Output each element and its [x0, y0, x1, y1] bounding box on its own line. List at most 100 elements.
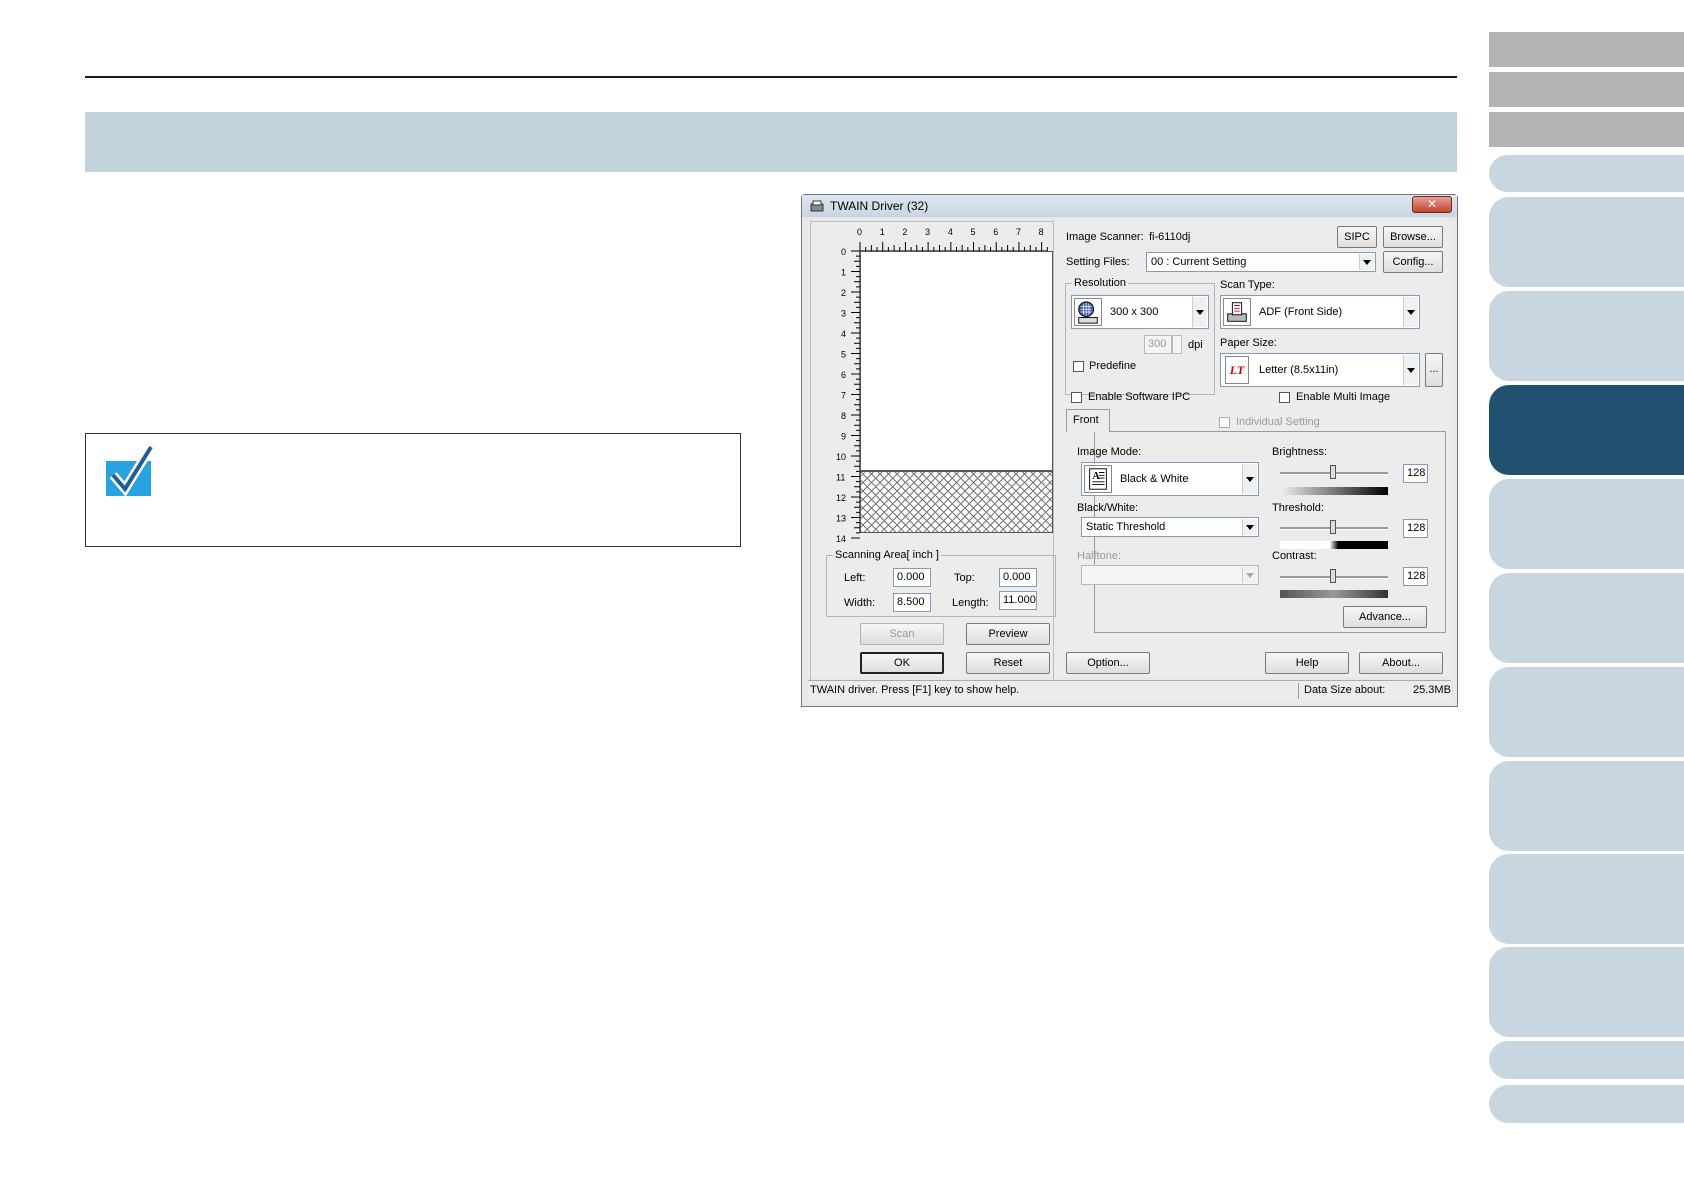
side-tab-4[interactable] — [1489, 155, 1684, 192]
chevron-down-icon — [1192, 297, 1207, 327]
scan-type-combo[interactable]: ADF (Front Side) — [1220, 295, 1420, 329]
side-tab-12[interactable] — [1489, 854, 1684, 944]
threshold-slider[interactable] — [1330, 520, 1336, 534]
about-button[interactable]: About... — [1359, 652, 1443, 674]
dialog-client: 0 1 2 3 4 5 6 7 8 0 1 2 3 4 5 6 7 8 9 10 11 12 13 14 Scanning A… — [808, 221, 1451, 681]
ruler-v-label: 2 — [841, 288, 846, 298]
black-white-combo[interactable]: Static Threshold — [1081, 517, 1259, 537]
ruler-v-label: 8 — [841, 411, 846, 421]
setting-files-combo[interactable]: 00 : Current Setting — [1146, 252, 1376, 272]
enable-software-ipc-label: Enable Software IPC — [1088, 391, 1191, 403]
help-button[interactable]: Help — [1265, 652, 1349, 674]
advance-button[interactable]: Advance... — [1343, 606, 1427, 628]
side-tab-1[interactable] — [1489, 32, 1684, 67]
width-label: Width: — [844, 597, 876, 609]
config-button[interactable]: Config... — [1383, 251, 1443, 273]
threshold-gradient — [1280, 541, 1388, 549]
status-separator — [1298, 683, 1299, 699]
close-button[interactable]: ✕ — [1412, 196, 1452, 213]
image-mode-value: Black & White — [1120, 473, 1189, 485]
brightness-label: Brightness: — [1272, 446, 1328, 458]
option-button[interactable]: Option... — [1066, 652, 1150, 674]
twain-dialog: TWAIN Driver (32) ✕ 01234567801234567891… — [801, 194, 1458, 707]
side-tab-5[interactable] — [1489, 197, 1684, 287]
tab-front-label: Front — [1073, 414, 1099, 426]
side-tab-13[interactable] — [1489, 947, 1684, 1037]
contrast-slider[interactable] — [1330, 569, 1336, 583]
paper-size-value: Letter (8.5x11in) — [1259, 364, 1339, 376]
scan-type-value: ADF (Front Side) — [1259, 306, 1343, 318]
scanning-area-title: Scanning Area[ inch ] — [833, 549, 941, 561]
sipc-button[interactable]: SIPC — [1337, 226, 1377, 248]
predefine-checkbox[interactable] — [1073, 361, 1084, 372]
side-tab-2[interactable] — [1489, 72, 1684, 107]
dpi-spinner[interactable] — [1172, 335, 1182, 354]
ruler-h-label: 4 — [948, 227, 953, 237]
reset-button[interactable]: Reset — [966, 652, 1050, 674]
preview-button[interactable]: Preview — [966, 623, 1050, 645]
scan-button[interactable]: Scan — [860, 623, 944, 645]
tab-front[interactable]: Front — [1066, 409, 1110, 432]
side-tab-14[interactable] — [1489, 1041, 1684, 1079]
top-field[interactable]: 0.000 — [999, 568, 1037, 587]
resolution-icon — [1074, 298, 1102, 326]
resolution-title: Resolution — [1072, 277, 1128, 289]
threshold-field[interactable]: 128 — [1403, 519, 1428, 538]
brightness-slider[interactable] — [1330, 465, 1336, 479]
side-tab-8[interactable] — [1489, 479, 1684, 569]
image-scanner-label: Image Scanner: — [1066, 231, 1144, 243]
ruler-v-label: 12 — [836, 493, 846, 503]
ok-button[interactable]: OK — [860, 652, 944, 674]
enable-software-ipc-checkbox[interactable] — [1071, 392, 1082, 403]
side-tab-11[interactable] — [1489, 761, 1684, 851]
title-bar[interactable]: TWAIN Driver (32) ✕ — [802, 195, 1457, 217]
side-tab-9[interactable] — [1489, 573, 1684, 663]
image-mode-label: Image Mode: — [1077, 446, 1142, 458]
brightness-field[interactable]: 128 — [1403, 464, 1428, 483]
status-text: TWAIN driver. Press [F1] key to show hel… — [810, 684, 1020, 696]
ruler-h-label: 3 — [925, 227, 930, 237]
brightness-gradient — [1280, 487, 1388, 495]
resolution-combo[interactable]: 300 x 300 — [1071, 295, 1209, 329]
side-tab-10[interactable] — [1489, 667, 1684, 757]
side-tab-6[interactable] — [1489, 291, 1684, 381]
black-white-label: Black/White: — [1077, 502, 1139, 514]
browse-button[interactable]: Browse... — [1383, 226, 1443, 248]
side-tab-3[interactable] — [1489, 112, 1684, 147]
status-bar: TWAIN driver. Press [F1] key to show hel… — [808, 680, 1451, 701]
setting-files-value: 00 : Current Setting — [1151, 256, 1247, 268]
paper-size-more-button[interactable]: ... — [1425, 353, 1443, 387]
halftone-combo[interactable] — [1081, 565, 1259, 585]
ruler-v-label: 10 — [836, 452, 846, 462]
image-mode-combo[interactable]: A Black & White — [1081, 462, 1259, 496]
threshold-label: Threshold: — [1272, 502, 1324, 514]
scanner-icon — [810, 200, 824, 212]
data-size-value: 25.3MB — [1413, 684, 1451, 696]
ruler-v-label: 3 — [841, 309, 846, 319]
side-tab-active[interactable] — [1489, 385, 1684, 475]
dpi-label: dpi — [1188, 339, 1203, 351]
checkmark-icon — [106, 445, 153, 497]
paper-size-icon: LT — [1225, 356, 1249, 384]
black-white-value: Static Threshold — [1086, 521, 1166, 533]
contrast-gradient — [1280, 590, 1388, 598]
dpi-field[interactable]: 300 — [1144, 335, 1172, 354]
side-tab-15[interactable] — [1489, 1085, 1684, 1123]
ruler-v-label: 13 — [836, 514, 846, 524]
header-rule — [85, 76, 1457, 78]
length-field[interactable]: 11.000 — [999, 591, 1037, 610]
enable-multi-image-checkbox[interactable] — [1279, 392, 1290, 403]
chevron-down-icon — [1242, 519, 1257, 535]
image-scanner-value: fi-6110dj — [1149, 231, 1191, 243]
width-field[interactable]: 8.500 — [893, 593, 931, 612]
contrast-field[interactable]: 128 — [1403, 567, 1428, 586]
paper-size-combo[interactable]: LT Letter (8.5x11in) — [1220, 353, 1420, 387]
contrast-label: Contrast: — [1272, 550, 1317, 562]
ruler-v-label: 1 — [841, 268, 846, 278]
left-field[interactable]: 0.000 — [893, 568, 931, 587]
individual-setting-checkbox[interactable] — [1219, 417, 1230, 428]
scanner-icon — [1223, 298, 1251, 326]
scan-type-label: Scan Type: — [1220, 279, 1275, 291]
data-size-label: Data Size about: — [1304, 684, 1386, 696]
preview-page[interactable] — [860, 251, 1053, 471]
